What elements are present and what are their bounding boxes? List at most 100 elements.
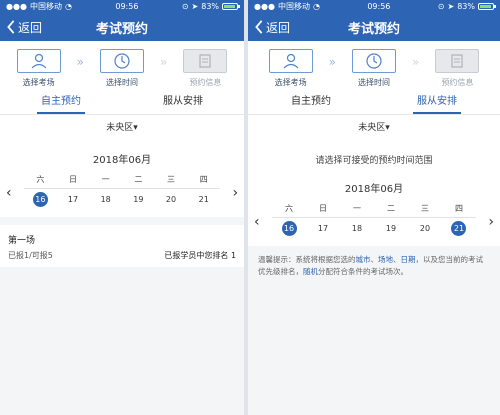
- signal-icon: ●●●: [6, 2, 27, 11]
- double-chevron-icon: »: [328, 55, 336, 69]
- time-label: 09:56: [367, 2, 391, 11]
- rank-value: 1: [230, 251, 237, 260]
- step-select-time: 选择时间: [98, 49, 146, 88]
- bottom-space: [0, 387, 245, 415]
- location-icon: ➤: [191, 2, 199, 11]
- weekday-label: 六: [285, 204, 293, 213]
- district-selector[interactable]: 未央区▾: [248, 115, 500, 141]
- chevron-right-icon[interactable]: ›: [232, 185, 238, 201]
- nav-bar: 返回 考试预约: [0, 13, 245, 41]
- calendar-month: 2018年06月: [92, 155, 152, 166]
- rank-label: 已报学员中您排名: [164, 251, 229, 260]
- battery-label: 83%: [201, 2, 220, 11]
- step-booking-info: 预约信息: [181, 49, 229, 88]
- calendar-days: 六 16 日 17 一 18 二 19 三 20 四 21: [272, 203, 476, 236]
- weekday-label: 日: [69, 175, 77, 184]
- tab-assigned[interactable]: 服从安排: [374, 91, 500, 114]
- back-label: 返回: [266, 20, 291, 35]
- step-select-venue: 选择考场: [15, 49, 63, 88]
- status-bar: ●●● 中国移动 ◔ 09:56 ⊙ ➤ 83%: [248, 0, 500, 13]
- weekday-label: 一: [353, 204, 361, 213]
- bottom-space: [248, 387, 500, 415]
- clock-icon: [100, 49, 145, 73]
- day-17[interactable]: 17: [316, 221, 331, 236]
- chevron-left-icon[interactable]: ‹: [254, 214, 260, 230]
- battery-label: 83%: [457, 2, 475, 11]
- weekday-label: 二: [387, 204, 395, 213]
- day-18[interactable]: 18: [350, 221, 365, 236]
- nav-bar: 返回 考试预约: [248, 13, 500, 41]
- calendar-week: ‹ 六 16 日 17 一 18 二 19 三 20 四 21 ›: [0, 166, 244, 207]
- rotation-lock-icon: ⊙: [437, 2, 445, 11]
- chevron-left-icon[interactable]: ‹: [6, 185, 12, 201]
- rotation-lock-icon: ⊙: [181, 2, 189, 11]
- right-phone-screen: ●●● 中国移动 ◔ 09:56 ⊙ ➤ 83% 返回 考试预约 选择考场 » …: [248, 0, 500, 415]
- session-quota: 已报1/可报5: [8, 251, 53, 260]
- weekday-label: 三: [167, 175, 176, 184]
- time-label: 09:56: [115, 2, 139, 11]
- step-booking-info: 预约信息: [433, 49, 481, 88]
- signal-icon: ●●●: [254, 2, 275, 11]
- document-icon: [435, 49, 480, 73]
- tab-self-booking[interactable]: 自主预约: [248, 91, 374, 114]
- step-select-venue: 选择考场: [267, 49, 315, 88]
- step-select-time: 选择时间: [350, 49, 398, 88]
- weekday-label: 日: [319, 204, 327, 213]
- back-label: 返回: [18, 20, 43, 35]
- day-18[interactable]: 18: [98, 192, 113, 207]
- calendar-month: 2018年06月: [344, 184, 404, 195]
- carrier-label: 中国移动: [29, 2, 62, 11]
- weekday-label: 四: [199, 175, 208, 184]
- weekday-label: 四: [454, 204, 463, 213]
- chevron-left-icon: [7, 20, 15, 34]
- tab-self-booking[interactable]: 自主预约: [0, 91, 122, 114]
- session-title: 第一场: [8, 236, 36, 246]
- screenshot-composite: ●●● 中国移动 ◔ 09:56 ⊙ ➤ 83% 返回 考试预约 选择考场 » …: [0, 0, 500, 415]
- clock-icon: [352, 49, 396, 73]
- day-21[interactable]: 21: [451, 221, 467, 236]
- back-button[interactable]: 返回: [254, 13, 290, 41]
- carrier-label: 中国移动: [277, 2, 310, 11]
- step-progress: 选择考场 » 选择时间 » 预约信息: [0, 41, 245, 91]
- user-icon: [16, 49, 61, 73]
- weekday-label: 三: [421, 204, 429, 213]
- location-icon: ➤: [447, 2, 455, 11]
- day-19[interactable]: 19: [384, 221, 399, 236]
- day-20[interactable]: 20: [418, 221, 433, 236]
- document-icon: [183, 49, 228, 73]
- step-progress: 选择考场 » 选择时间 » 预约信息: [248, 41, 500, 91]
- day-17[interactable]: 17: [66, 192, 81, 207]
- chevron-left-icon: [255, 20, 263, 34]
- weekday-label: 二: [134, 175, 143, 184]
- wifi-icon: ◔: [312, 2, 320, 11]
- calendar: 2018年06月 ‹ 六 16 日 17 一 18 二 19 三 20 四 21 ›: [248, 176, 500, 246]
- tab-assigned[interactable]: 服从安排: [122, 91, 244, 114]
- day-21[interactable]: 21: [196, 192, 211, 207]
- day-16[interactable]: 16: [32, 192, 48, 207]
- user-icon: [268, 49, 313, 73]
- wifi-icon: ◔: [64, 2, 72, 11]
- left-phone-screen: ●●● 中国移动 ◔ 09:56 ⊙ ➤ 83% 返回 考试预约 选择考场 » …: [0, 0, 245, 415]
- chevron-right-icon[interactable]: ›: [488, 214, 494, 230]
- calendar-week: ‹ 六 16 日 17 一 18 二 19 三 20 四 21 ›: [248, 195, 500, 236]
- weekday-label: 六: [36, 175, 45, 184]
- status-bar: ●●● 中国移动 ◔ 09:56 ⊙ ➤ 83%: [0, 0, 245, 13]
- day-19[interactable]: 19: [131, 192, 146, 207]
- mode-tabs: 自主预约 服从安排: [248, 91, 500, 115]
- district-selector[interactable]: 未央区▾: [0, 115, 245, 141]
- session-card[interactable]: 第一场 已报1/可报5 已报学员中您排名 1: [0, 225, 245, 267]
- double-chevron-icon: »: [76, 55, 85, 69]
- mode-tabs: 自主预约 服从安排: [0, 91, 245, 115]
- battery-icon: [477, 3, 496, 10]
- double-chevron-icon: »: [160, 55, 168, 69]
- back-button[interactable]: 返回: [6, 13, 42, 41]
- double-chevron-icon: »: [412, 55, 420, 69]
- calendar-days: 六 16 日 17 一 18 二 19 三 20 四 21: [24, 174, 221, 207]
- calendar: 2018年06月 ‹ 六 16 日 17 一 18 二 19 三 20 四 21 ›: [0, 141, 245, 217]
- day-16[interactable]: 16: [281, 221, 297, 236]
- time-range-prompt: 请选择可接受的预约时间范围: [248, 141, 500, 176]
- tips-text: 温馨提示：系统将根据您选的城市、场地、日期，以及您当前的考试优先级排名，随机分配…: [258, 255, 484, 276]
- day-20[interactable]: 20: [164, 192, 179, 207]
- weekday-label: 一: [101, 175, 110, 184]
- battery-icon: [222, 3, 241, 10]
